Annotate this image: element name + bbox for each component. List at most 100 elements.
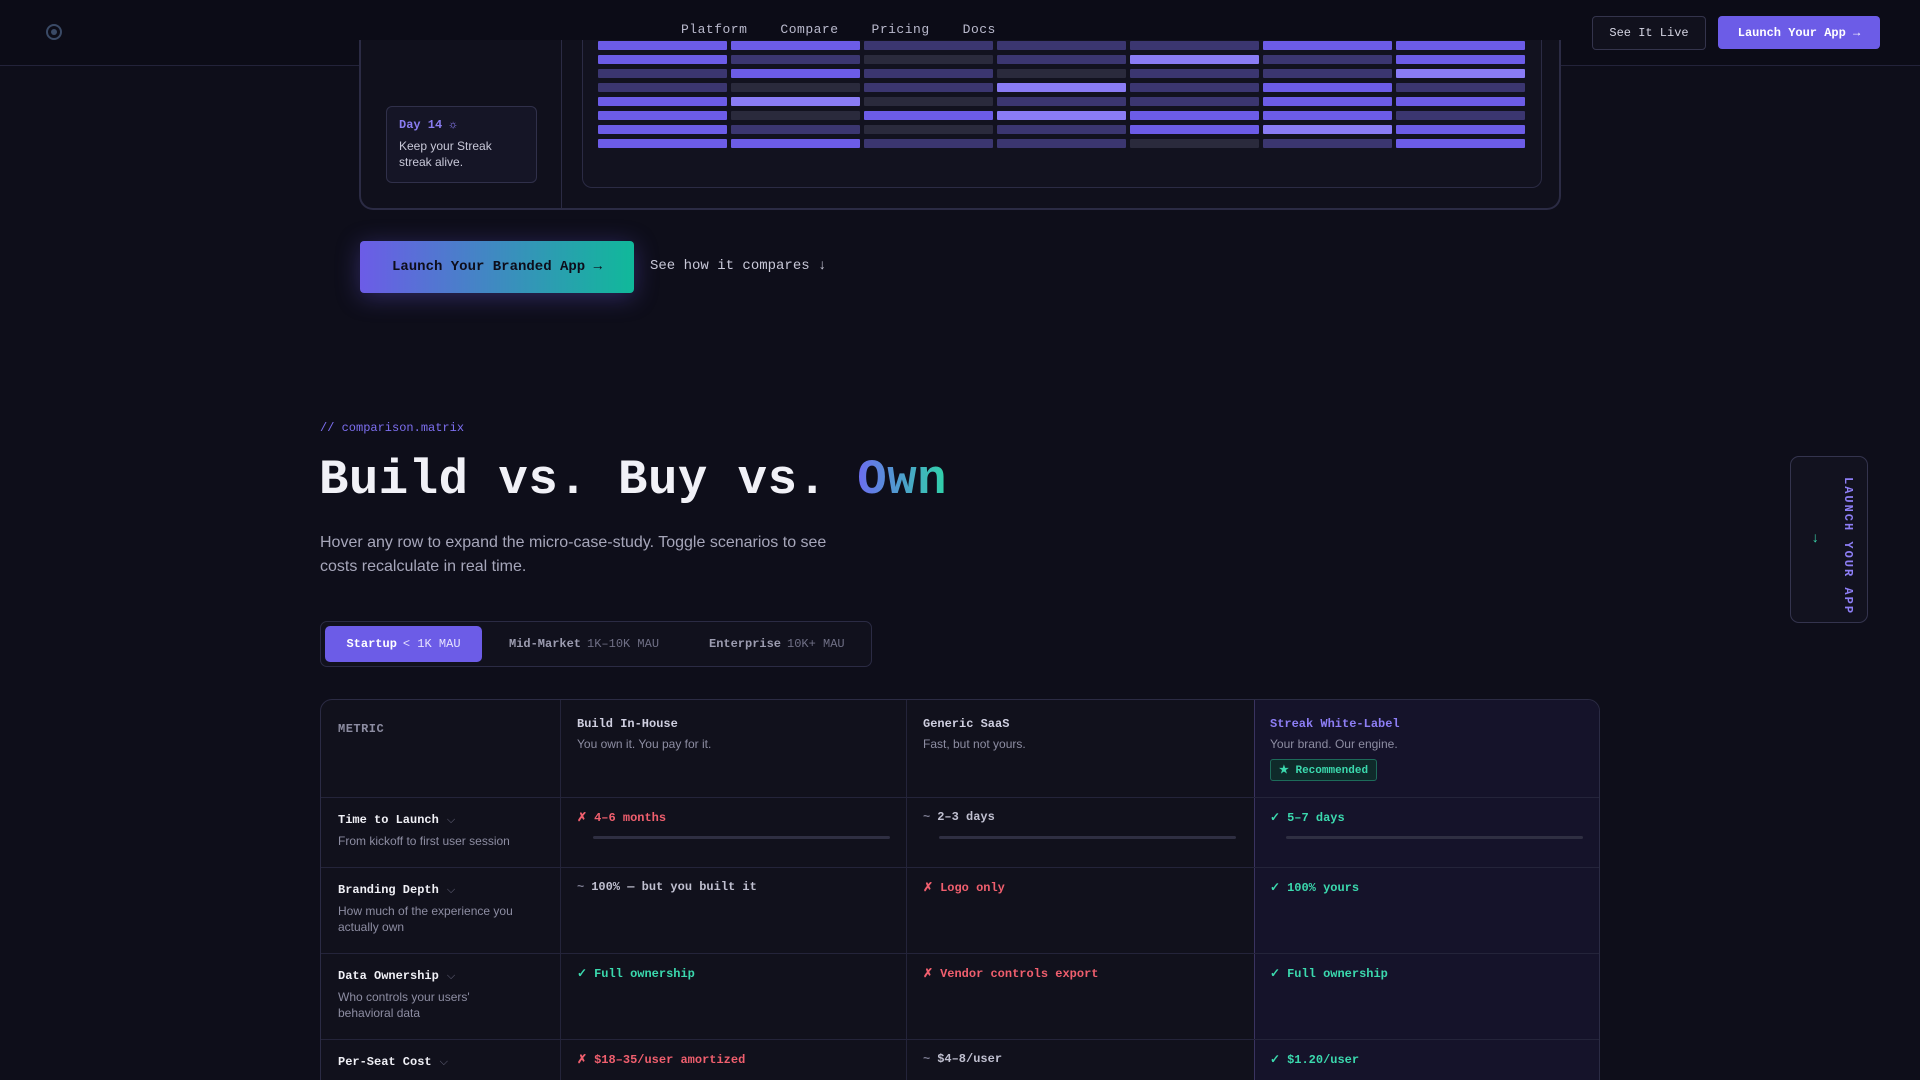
cost-bar	[593, 836, 890, 839]
metric-description: From kickoff to first user session	[338, 834, 510, 848]
cell-value: $18–35/user amortized	[594, 1053, 746, 1067]
column-title: Generic SaaS	[923, 717, 1010, 731]
cost-bar	[1286, 836, 1583, 839]
table-row-time-to-launch[interactable]: Time to Launch ⌵ From kickoff to first us…	[338, 813, 528, 849]
column-header-build: Build In-House You own it. You pay for i…	[577, 717, 711, 751]
tab-startup[interactable]: Startup < 1K MAU	[325, 626, 482, 662]
heatmap-cell	[731, 111, 860, 120]
heatmap-cell	[997, 139, 1126, 148]
side-launch-button[interactable]: ↓ LAUNCH YOUR APP	[1790, 456, 1868, 623]
heatmap-cell	[598, 111, 727, 120]
check-icon: ✓	[1270, 881, 1281, 895]
cell-streak-cost: ✓ $1.20/user	[1270, 1052, 1359, 1067]
heatmap-cell	[1396, 111, 1525, 120]
cross-icon: ✗	[577, 811, 588, 825]
streak-day-label: Day 14 ☼	[399, 118, 457, 132]
tilde-icon: ~	[923, 1052, 931, 1066]
table-row-data-ownership[interactable]: Data Ownership ⌵ Who controls your users'…	[338, 969, 528, 1021]
heatmap-cell	[731, 69, 860, 78]
column-divider	[560, 700, 561, 1080]
heatmap-cell	[1396, 55, 1525, 64]
tab-mid-market[interactable]: Mid-Market 1K–10K MAU	[509, 626, 659, 662]
column-title: Streak White-Label	[1270, 717, 1400, 731]
heatmap-cell	[1263, 69, 1392, 78]
heatmap-cell	[997, 97, 1126, 106]
heatmap-cell	[1396, 139, 1525, 148]
heatmap-cell	[864, 139, 993, 148]
app-preview-frame: Day 14 ☼ Keep your Streak streak alive.	[359, 40, 1561, 210]
tab-enterprise[interactable]: Enterprise 10K+ MAU	[709, 626, 845, 662]
chevron-down-icon[interactable]: ⌵	[440, 1057, 448, 1069]
chevron-down-icon[interactable]: ⌵	[447, 885, 455, 897]
metric-description: How much of the experience you actually …	[338, 904, 513, 934]
tab-range: 1K–10K MAU	[587, 637, 660, 651]
cell-value: 100% yours	[1287, 881, 1360, 895]
check-icon: ✓	[1270, 1053, 1281, 1067]
nav-links: Platform Compare Pricing Docs	[681, 22, 1029, 37]
cell-build-cost: ✗ $18–35/user amortized	[577, 1052, 745, 1067]
column-header-saas: Generic SaaS Fast, but not yours.	[923, 717, 1026, 751]
cell-build-branding: ~100% — but you built it	[577, 880, 757, 894]
cell-saas-cost: ~ $4–8/user	[923, 1052, 1002, 1066]
arrow-down-icon: ↓	[1811, 531, 1820, 547]
heatmap-cell	[1130, 83, 1259, 92]
cell-saas-time: ~2–3 days	[923, 810, 995, 824]
logo-icon[interactable]	[45, 23, 63, 41]
column-header-streak: Streak White-Label Your brand. Our engin…	[1270, 717, 1400, 781]
table-row-branding-depth[interactable]: Branding Depth ⌵ How much of the experien…	[338, 883, 528, 935]
heatmap-cell	[598, 83, 727, 92]
chevron-down-icon[interactable]: ⌵	[447, 971, 455, 983]
heatmap-cell	[1130, 69, 1259, 78]
column-divider	[906, 700, 907, 1080]
row-divider	[321, 797, 1599, 798]
heatmap-cell	[864, 41, 993, 50]
heatmap-cell	[598, 125, 727, 134]
heatmap-cell	[1130, 97, 1259, 106]
nav-link-platform[interactable]: Platform	[681, 22, 747, 37]
heading-text: Build vs. Buy vs.	[319, 452, 858, 508]
launch-app-button[interactable]: Launch Your App →	[1718, 16, 1880, 49]
tab-name: Enterprise	[709, 637, 782, 651]
heatmap-cell	[598, 97, 727, 106]
cell-saas-branding: ✗ Logo only	[923, 880, 1005, 895]
heatmap-cell	[1130, 41, 1259, 50]
heatmap-cell	[1263, 111, 1392, 120]
heatmap-cell	[1263, 55, 1392, 64]
metric-title: Time to Launch	[338, 813, 439, 827]
nav-link-docs[interactable]: Docs	[963, 22, 996, 37]
metric-header: METRIC	[338, 722, 385, 736]
metric-title: Branding Depth	[338, 883, 439, 897]
see-it-live-button[interactable]: See It Live	[1592, 16, 1706, 50]
comparison-table: METRIC Build In-House You own it. You pa…	[320, 699, 1600, 1080]
table-row-per-seat-cost[interactable]: Per-Seat Cost ⌵	[338, 1055, 448, 1069]
heatmap-cell	[1396, 125, 1525, 134]
nav-link-pricing[interactable]: Pricing	[872, 22, 930, 37]
chevron-down-icon[interactable]: ⌵	[447, 815, 455, 827]
cell-value: 4–6 months	[594, 811, 667, 825]
tilde-icon: ~	[923, 810, 931, 824]
cost-bar	[939, 836, 1236, 839]
heatmap-cell	[864, 97, 993, 106]
launch-branded-app-button[interactable]: Launch Your Branded App →	[360, 241, 634, 293]
heatmap-cell	[997, 83, 1126, 92]
heatmap-cell	[731, 139, 860, 148]
row-divider	[321, 953, 1599, 954]
heatmap-cell	[731, 125, 860, 134]
heatmap-cell	[731, 97, 860, 106]
cell-build-time: ✗ 4–6 months	[577, 810, 666, 825]
heatmap-cell	[997, 125, 1126, 134]
heatmap-cell	[997, 69, 1126, 78]
nav-link-compare[interactable]: Compare	[780, 22, 838, 37]
heatmap-cell	[864, 83, 993, 92]
check-icon: ✓	[1270, 967, 1281, 981]
see-comparison-link[interactable]: See how it compares ↓	[650, 258, 826, 274]
column-subtitle: Your brand. Our engine.	[1270, 737, 1398, 751]
heatmap-cell	[598, 139, 727, 148]
cell-saas-data: ✗ Vendor controls export	[923, 966, 1099, 981]
row-divider	[321, 867, 1599, 868]
section-kicker: // comparison.matrix	[320, 421, 465, 435]
heatmap-cell	[1396, 69, 1525, 78]
cell-streak-time: ✓ 5–7 days	[1270, 810, 1345, 825]
recommended-badge: ★ Recommended	[1270, 759, 1378, 781]
cell-value: $1.20/user	[1287, 1053, 1360, 1067]
